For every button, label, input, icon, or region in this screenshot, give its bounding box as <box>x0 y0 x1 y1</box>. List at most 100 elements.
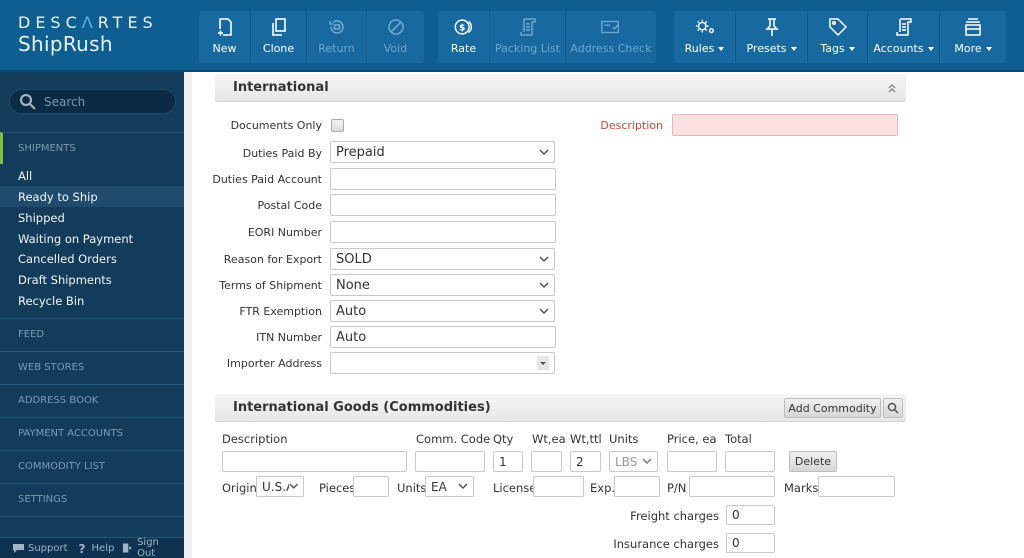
col-qty: Qty <box>493 432 514 446</box>
duties-paid-by-label: Duties Paid By <box>242 147 322 160</box>
address-check-icon <box>599 16 623 38</box>
presets-button[interactable]: Presets <box>736 11 808 63</box>
duties-paid-account-label: Duties Paid Account <box>212 173 322 186</box>
packing-list-button[interactable]: Packing List <box>490 11 566 63</box>
clone-button[interactable]: Clone <box>251 11 307 63</box>
sidebar-section-settings[interactable]: SETTINGS <box>0 483 184 515</box>
new-button[interactable]: New <box>199 11 251 63</box>
help-link[interactable]: ? Help <box>76 542 115 554</box>
commodity-qty-input[interactable]: 1 <box>493 451 523 472</box>
accounts-button[interactable]: Accounts <box>868 11 940 63</box>
rate-button[interactable]: $ Rate <box>438 11 490 63</box>
rate-coins-icon: $ <box>452 16 476 38</box>
license-label: License <box>493 481 537 495</box>
sidebar-item-ready-to-ship[interactable]: Ready to Ship <box>0 186 184 207</box>
sidebar-section-address-book[interactable]: ADDRESS BOOK <box>0 384 184 416</box>
dropdown-arrow-icon[interactable] <box>537 356 549 370</box>
commodity-wt-ttl-input[interactable]: 2 <box>570 451 601 472</box>
description-input[interactable] <box>672 114 898 136</box>
delete-commodity-button[interactable]: Delete <box>789 451 837 472</box>
top-toolbar: DESCΛRTES ShipRush New Clone Return Void <box>0 0 1024 72</box>
importer-address-combobox[interactable] <box>330 352 555 374</box>
marks-label: Marks <box>784 481 819 495</box>
commodity-price-ea-input[interactable] <box>667 451 717 472</box>
duties-paid-by-select[interactable]: Prepaid <box>330 141 555 163</box>
commodity-code-input[interactable] <box>415 451 485 472</box>
international-panel-header: International <box>215 74 906 102</box>
toolbar-group-settings: Rules Presets Tags Accounts More <box>674 11 1006 63</box>
itn-number-label: ITN Number <box>256 331 322 344</box>
void-button[interactable]: Void <box>367 11 424 63</box>
marks-input[interactable] <box>818 476 895 497</box>
sign-out-link[interactable]: Sign Out <box>122 537 176 558</box>
pieces-input[interactable] <box>353 476 389 497</box>
sidebar-item-shipped[interactable]: Shipped <box>0 207 184 228</box>
sidebar-section-commodity-list[interactable]: COMMODITY LIST <box>0 450 184 482</box>
packing-list-label: Packing List <box>494 42 561 55</box>
postal-code-input[interactable] <box>330 194 556 216</box>
duties-paid-account-input[interactable] <box>330 168 556 190</box>
license-input[interactable] <box>533 476 584 497</box>
commodity-units-select[interactable]: LBS <box>609 451 658 472</box>
caret-down-icon <box>985 47 992 51</box>
toolbar-group-rate: $ Rate Packing List Address Check <box>438 11 656 63</box>
exp-input[interactable] <box>614 476 660 497</box>
sidebar-search[interactable] <box>9 89 176 114</box>
commodity-units-value: LBS <box>615 454 638 469</box>
sidebar-item-waiting-on-payment[interactable]: Waiting on Payment <box>0 228 184 249</box>
scroll-gutter <box>184 72 192 558</box>
tags-button[interactable]: Tags <box>808 11 868 63</box>
origin-value: U.S.A <box>262 479 289 494</box>
help-label: Help <box>91 542 115 554</box>
svg-text:?: ? <box>78 542 85 554</box>
freight-charges-input[interactable]: 0 <box>726 505 775 525</box>
sidebar-section-web-stores[interactable]: WEB STORES <box>0 351 184 383</box>
units-select[interactable]: EA <box>425 476 474 497</box>
sidebar-footer: Support ? Help Sign Out <box>0 537 184 558</box>
return-button[interactable]: Return <box>307 11 367 63</box>
rules-button[interactable]: Rules <box>674 11 736 63</box>
eori-number-input[interactable] <box>330 221 556 243</box>
reason-for-export-label: Reason for Export <box>223 253 322 266</box>
support-link[interactable]: Support <box>12 542 68 554</box>
pn-input[interactable] <box>689 476 775 497</box>
col-price-ea: Price, ea <box>667 432 717 446</box>
add-commodity-button[interactable]: Add Commodity <box>784 398 881 418</box>
insurance-charges-input[interactable]: 0 <box>726 533 775 553</box>
collapse-chevrons-icon[interactable] <box>886 82 898 94</box>
reason-for-export-select[interactable]: SOLD <box>330 248 555 270</box>
reason-for-export-value: SOLD <box>336 251 372 267</box>
logo-brand-right: RTES <box>97 13 158 32</box>
sidebar: SHIPMENTS All Ready to Ship Shipped Wait… <box>0 72 184 558</box>
sidebar-item-draft-shipments[interactable]: Draft Shipments <box>0 269 184 290</box>
commodity-search-button[interactable] <box>883 398 903 418</box>
commodity-total-input[interactable] <box>725 451 775 472</box>
commodity-wt-ea-input[interactable] <box>531 451 562 472</box>
terms-of-shipment-select[interactable]: None <box>330 274 555 296</box>
search-input[interactable] <box>44 94 164 109</box>
chevron-down-icon <box>539 281 549 288</box>
sidebar-item-cancelled-orders[interactable]: Cancelled Orders <box>0 248 184 269</box>
ftr-exemption-select[interactable]: Auto <box>330 300 555 322</box>
description-label: Description <box>600 119 663 132</box>
address-check-label: Address Check <box>570 42 652 55</box>
commodities-title: International Goods (Commodities) <box>233 400 491 415</box>
origin-select[interactable]: U.S.A <box>256 476 304 497</box>
rules-label: Rules <box>684 42 715 55</box>
units-label: Units <box>397 481 427 495</box>
sidebar-item-all[interactable]: All <box>0 165 184 186</box>
documents-only-checkbox[interactable] <box>331 119 344 132</box>
ftr-exemption-value: Auto <box>336 303 367 319</box>
sidebar-item-recycle-bin[interactable]: Recycle Bin <box>0 290 184 311</box>
itn-number-input[interactable]: Auto <box>330 326 556 348</box>
address-check-button[interactable]: Address Check <box>566 11 656 63</box>
chevron-down-icon <box>539 255 549 262</box>
commodity-description-input[interactable] <box>222 451 407 472</box>
pn-label: P/N <box>667 481 687 495</box>
sidebar-section-payment-accounts[interactable]: PAYMENT ACCOUNTS <box>0 417 184 449</box>
more-button[interactable]: More <box>940 11 1006 63</box>
sidebar-section-shipments[interactable]: SHIPMENTS <box>0 132 184 164</box>
chevron-down-icon <box>539 148 549 155</box>
accounts-label: Accounts <box>873 42 924 55</box>
sidebar-section-feed[interactable]: FEED <box>0 318 184 350</box>
